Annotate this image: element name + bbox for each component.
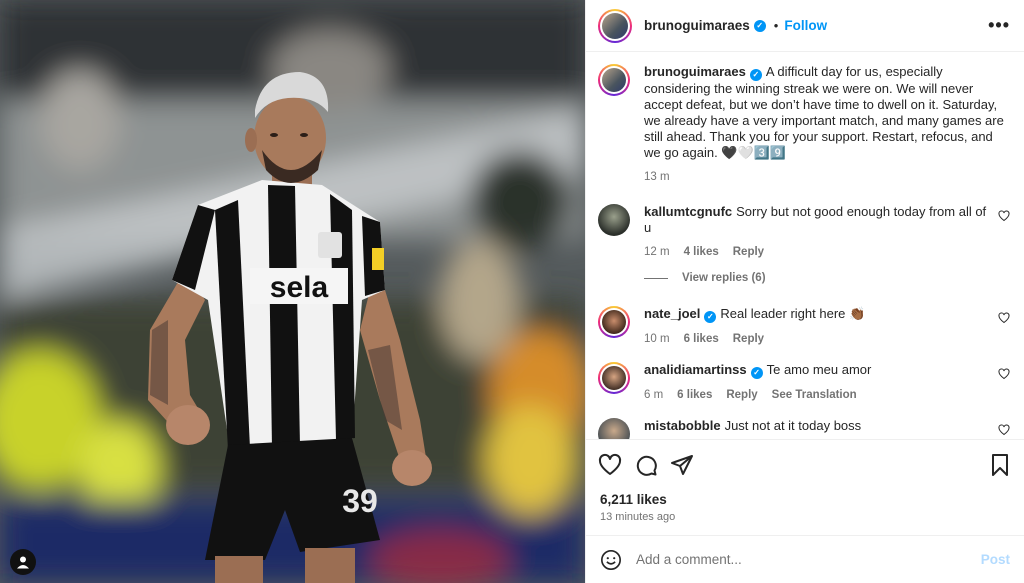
post-timestamp: 13 minutes ago: [600, 511, 676, 523]
comment-likes[interactable]: 4 likes: [684, 246, 719, 258]
caption: brunoguimaraes ✓ A difficult day for us, e…: [598, 64, 1010, 183]
comment-time: 12 m: [644, 246, 670, 258]
commenter-avatar[interactable]: [598, 418, 630, 439]
heart-icon[interactable]: [998, 368, 1010, 380]
commenter-avatar[interactable]: [598, 204, 630, 236]
post-side-panel: brunoguimaraes ✓ • Follow ••• brunoguima…: [585, 0, 1024, 583]
jersey-sponsor: sela: [270, 271, 329, 304]
likes-count[interactable]: 6,211 likes: [586, 489, 1024, 511]
view-replies-button[interactable]: View replies (6): [644, 272, 1010, 284]
caption-username[interactable]: brunoguimaraes: [644, 64, 746, 79]
share-icon[interactable]: [670, 453, 694, 477]
comment-time: 6 m: [644, 389, 664, 401]
user-tag-icon: [17, 556, 29, 569]
author-avatar[interactable]: [598, 8, 632, 43]
comments-list[interactable]: brunoguimaraes ✓ A difficult day for us, e…: [586, 52, 1024, 439]
club-crest: [318, 232, 342, 258]
comment-item: kallumtcgnufc Sorry but not good enough t…: [598, 204, 1010, 258]
jersey-number: 39: [342, 483, 378, 519]
author-avatar[interactable]: [598, 64, 630, 96]
comment-username[interactable]: mistabobble: [644, 418, 721, 433]
player-figure: sela 39: [148, 72, 432, 583]
bookmark-icon[interactable]: [988, 453, 1012, 477]
emoji-icon[interactable]: [600, 549, 622, 571]
comment-text: Real leader right here 👏🏾: [720, 306, 866, 321]
see-translation-button[interactable]: See Translation: [772, 389, 857, 401]
commenter-avatar[interactable]: [598, 306, 630, 338]
heart-icon[interactable]: [998, 424, 1010, 436]
reply-button[interactable]: Reply: [733, 333, 764, 345]
author-username[interactable]: brunoguimaraes: [644, 18, 750, 33]
verified-icon: ✓: [749, 69, 762, 81]
post-image[interactable]: sela 39: [0, 0, 585, 583]
post-comment-button[interactable]: Post: [981, 552, 1010, 567]
header-separator: •: [773, 18, 779, 33]
replies-divider: [644, 277, 668, 279]
comment-item: mistabobble Just not at it today boss: [598, 418, 1010, 439]
comment-time: 10 m: [644, 333, 670, 345]
reply-button[interactable]: Reply: [733, 246, 764, 258]
comment-item: analidiamartinss ✓ Te amo meu amor 6 m 6 l…: [598, 362, 1010, 401]
post-header: brunoguimaraes ✓ • Follow •••: [586, 0, 1024, 52]
comment-username[interactable]: nate_joel: [644, 306, 700, 321]
caption-time: 13 m: [644, 171, 670, 183]
verified-icon: ✓: [753, 19, 766, 32]
verified-icon: ✓: [704, 311, 717, 323]
add-comment-bar: Post: [586, 535, 1024, 583]
heart-icon[interactable]: [998, 210, 1010, 222]
verified-icon: ✓: [750, 367, 763, 379]
comment-username[interactable]: kallumtcgnufc: [644, 204, 732, 219]
commenter-avatar[interactable]: [598, 362, 630, 394]
more-icon[interactable]: •••: [988, 15, 1010, 36]
heart-icon[interactable]: [998, 312, 1010, 324]
comment-likes[interactable]: 6 likes: [677, 389, 712, 401]
comment-likes[interactable]: 6 likes: [684, 333, 719, 345]
user-tag-button[interactable]: [10, 549, 36, 575]
follow-button[interactable]: Follow: [784, 18, 827, 33]
comment-username[interactable]: analidiamartinss: [644, 362, 747, 377]
view-replies-label: View replies (6): [682, 272, 766, 284]
reply-button[interactable]: Reply: [726, 389, 757, 401]
action-bar: [586, 439, 1024, 489]
comment-text: Just not at it today boss: [724, 418, 862, 433]
heart-icon[interactable]: [598, 453, 622, 477]
comment-icon[interactable]: [634, 453, 658, 477]
comment-item: nate_joel ✓ Real leader right here 👏🏾 10 m…: [598, 306, 1010, 345]
comment-input[interactable]: [636, 552, 981, 567]
comment-text: Te amo meu amor: [766, 362, 872, 377]
